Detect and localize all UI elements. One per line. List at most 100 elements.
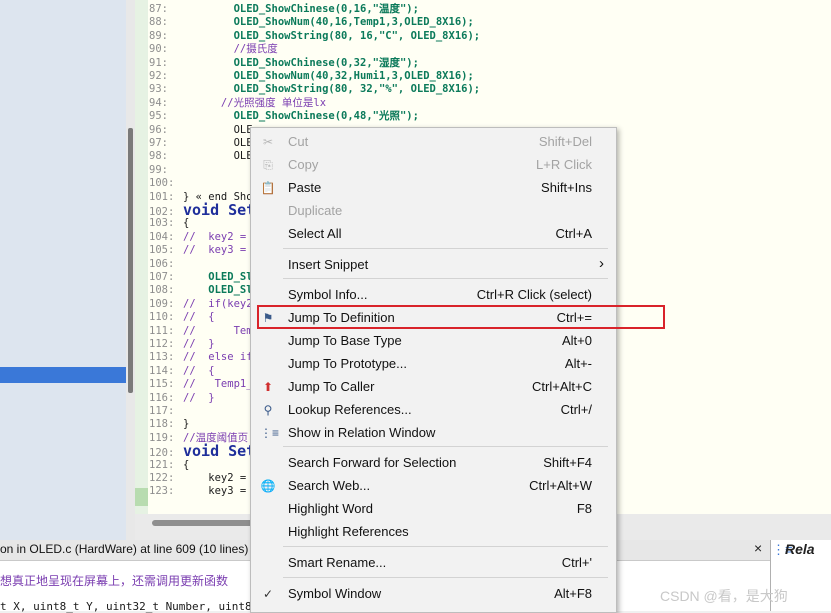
- menu-item-insert-snippet[interactable]: Insert Snippet ›: [251, 254, 616, 276]
- context-menu: ✂ Cut Shift+Del ⎘ Copy L+R Click 📋 Paste Shift+I…: [250, 127, 617, 613]
- menu-item-jump-to-caller[interactable]: ⬆ Jump To Caller Ctrl+Alt+C: [251, 376, 616, 398]
- code-text: // Tem: [183, 324, 253, 337]
- line-number: 99:: [149, 163, 168, 176]
- left-panel-selected-row[interactable]: [0, 367, 126, 383]
- code-line: 104: // key2 =: [149, 231, 246, 244]
- watermark: CSDN @看，是大狗: [660, 588, 788, 604]
- menu-item-symbol-info[interactable]: Symbol Info... Ctrl+R Click (select): [251, 284, 616, 306]
- code-line: 102: void SetD: [149, 203, 264, 219]
- line-number: 94:: [149, 96, 168, 109]
- close-icon[interactable]: ×: [754, 540, 762, 556]
- code-line: 106:: [149, 258, 183, 271]
- menu-item-symbol-window[interactable]: ✓ Symbol Window Alt+F8: [251, 583, 616, 605]
- menu-separator: [283, 546, 608, 547]
- menu-item-highlight-references[interactable]: Highlight References: [251, 521, 616, 543]
- code-line: 92: OLED_ShowNum(40,32,Humi1,3,OLED_8X16…: [149, 70, 474, 83]
- code-text: OLED_Sl: [183, 284, 253, 297]
- code-line: 93: OLED_ShowString(80, 32,"%", OLED_8X1…: [149, 83, 480, 96]
- line-number: 118:: [149, 418, 175, 431]
- menu-item-search-web[interactable]: 🌐 Search Web... Ctrl+Alt+W: [251, 475, 616, 497]
- code-text: // key2 =: [183, 230, 247, 243]
- line-number: 100:: [149, 177, 175, 190]
- menu-item-label: Jump To Base Type: [288, 333, 402, 348]
- code-line: 113: // else if: [149, 351, 253, 364]
- code-text: //光照强度 单位是lx: [183, 96, 327, 109]
- line-number: 108:: [149, 284, 175, 297]
- code-line: 111: // Tem: [149, 325, 253, 338]
- code-line: 87: OLED_ShowChinese(0,16,"温度");: [149, 3, 419, 16]
- code-text: // {: [183, 364, 215, 377]
- checkmark-icon: ✓: [262, 587, 274, 601]
- line-number: 115:: [149, 378, 175, 391]
- code-text: OLED_ShowNum(40,16,Temp1,3,OLED_8X16);: [183, 16, 474, 29]
- code-line: 121: {: [149, 459, 189, 472]
- menu-item-label: Search Web...: [288, 478, 371, 493]
- code-line: 95: OLED_ShowChinese(0,48,"光照");: [149, 110, 419, 123]
- menu-item-lookup-references[interactable]: ⚲ Lookup References... Ctrl+/: [251, 399, 616, 421]
- code-line: 98: OLE: [149, 150, 253, 163]
- code-text: //摄氏度: [183, 43, 278, 56]
- menu-item-cut[interactable]: ✂ Cut Shift+Del: [251, 131, 616, 153]
- menu-separator: [283, 278, 608, 279]
- menu-item-duplicate[interactable]: Duplicate: [251, 200, 616, 222]
- code-line: 88: OLED_ShowNum(40,16,Temp1,3,OLED_8X16…: [149, 16, 474, 29]
- line-number: 87:: [149, 3, 168, 15]
- menu-item-jump-to-base-type[interactable]: Jump To Base Type Alt+0: [251, 330, 616, 352]
- code-text: OLED_Sl: [183, 271, 253, 283]
- menu-item-show-in-relation-window[interactable]: ⋮≡ Show in Relation Window: [251, 422, 616, 444]
- line-number: 89:: [149, 29, 168, 42]
- code-line: 110: // {: [149, 311, 215, 324]
- code-text: // key3 =: [183, 244, 247, 257]
- code-line: 120: void SetD: [149, 444, 264, 460]
- editor-hscroll-thumb[interactable]: [152, 520, 262, 526]
- left-panel-scroll-thumb[interactable]: [128, 128, 133, 393]
- menu-item-select-all[interactable]: Select All Ctrl+A: [251, 223, 616, 245]
- menu-item-shortcut: Ctrl+R Click (select): [476, 287, 592, 302]
- line-number: 90:: [149, 43, 168, 56]
- menu-item-shortcut: Ctrl+': [561, 555, 592, 570]
- line-number: 93:: [149, 83, 168, 96]
- line-number: 119:: [149, 431, 175, 444]
- code-text: OLED_ShowString(80, 32,"%", OLED_8X16);: [183, 83, 481, 96]
- line-number: 104:: [149, 230, 175, 243]
- menu-item-shortcut: Alt+-: [564, 356, 592, 371]
- menu-item-label: Lookup References...: [288, 402, 412, 417]
- editor-gutter: [135, 0, 148, 514]
- menu-item-shortcut: Shift+Ins: [541, 180, 592, 195]
- code-text: OLE: [183, 123, 253, 136]
- code-line: 100:: [149, 177, 183, 190]
- code-text: OLED_ShowString(80, 16,"C", OLED_8X16);: [183, 29, 481, 42]
- code-line: 97: OLE: [149, 137, 253, 150]
- jump-caller-icon: ⬆: [262, 380, 274, 394]
- menu-item-shortcut: Shift+Del: [538, 134, 592, 149]
- code-line: 112: // }: [149, 338, 215, 351]
- line-number: 117:: [149, 405, 175, 417]
- menu-item-shortcut: Alt+0: [562, 333, 592, 348]
- code-line: 109: // if(key2: [149, 298, 253, 311]
- menu-item-shortcut: Ctrl+/: [560, 402, 592, 417]
- menu-item-jump-to-prototype[interactable]: Jump To Prototype... Alt+-: [251, 353, 616, 375]
- find-result-line[interactable]: 想真正地呈现在屏幕上，还需调用更新函数: [0, 572, 228, 589]
- code-text: // if(key2: [183, 297, 253, 310]
- line-number: 111:: [149, 324, 175, 337]
- menu-item-search-forward-for-selection[interactable]: Search Forward for Selection Shift+F4: [251, 452, 616, 474]
- menu-item-paste[interactable]: 📋 Paste Shift+Ins: [251, 177, 616, 199]
- menu-item-smart-rename[interactable]: Smart Rename... Ctrl+': [251, 552, 616, 574]
- menu-item-shortcut: Ctrl+Alt+W: [529, 478, 592, 493]
- line-number: 113:: [149, 351, 175, 364]
- menu-item-label: Show in Relation Window: [288, 425, 436, 440]
- menu-item-highlight-word[interactable]: Highlight Word F8: [251, 498, 616, 520]
- menu-item-label: Highlight References: [288, 524, 409, 539]
- line-number: 103:: [149, 217, 175, 230]
- line-number: 112:: [149, 338, 175, 350]
- menu-item-label: Select All: [288, 226, 342, 241]
- line-number: 107:: [149, 271, 175, 283]
- menu-item-copy[interactable]: ⎘ Copy L+R Click: [251, 154, 616, 176]
- code-line: 118:}: [149, 418, 189, 431]
- code-line: 116: // }: [149, 392, 215, 405]
- jump-to-definition-highlight-box: [257, 305, 665, 329]
- code-text: OLED_ShowNum(40,32,Humi1,3,OLED_8X16);: [183, 70, 474, 82]
- line-number: 121:: [149, 458, 175, 471]
- find-result-line[interactable]: t X, uint8_t Y, uint32_t Number, uint8_t: [0, 600, 265, 613]
- editor-gutter-marker: [135, 488, 148, 506]
